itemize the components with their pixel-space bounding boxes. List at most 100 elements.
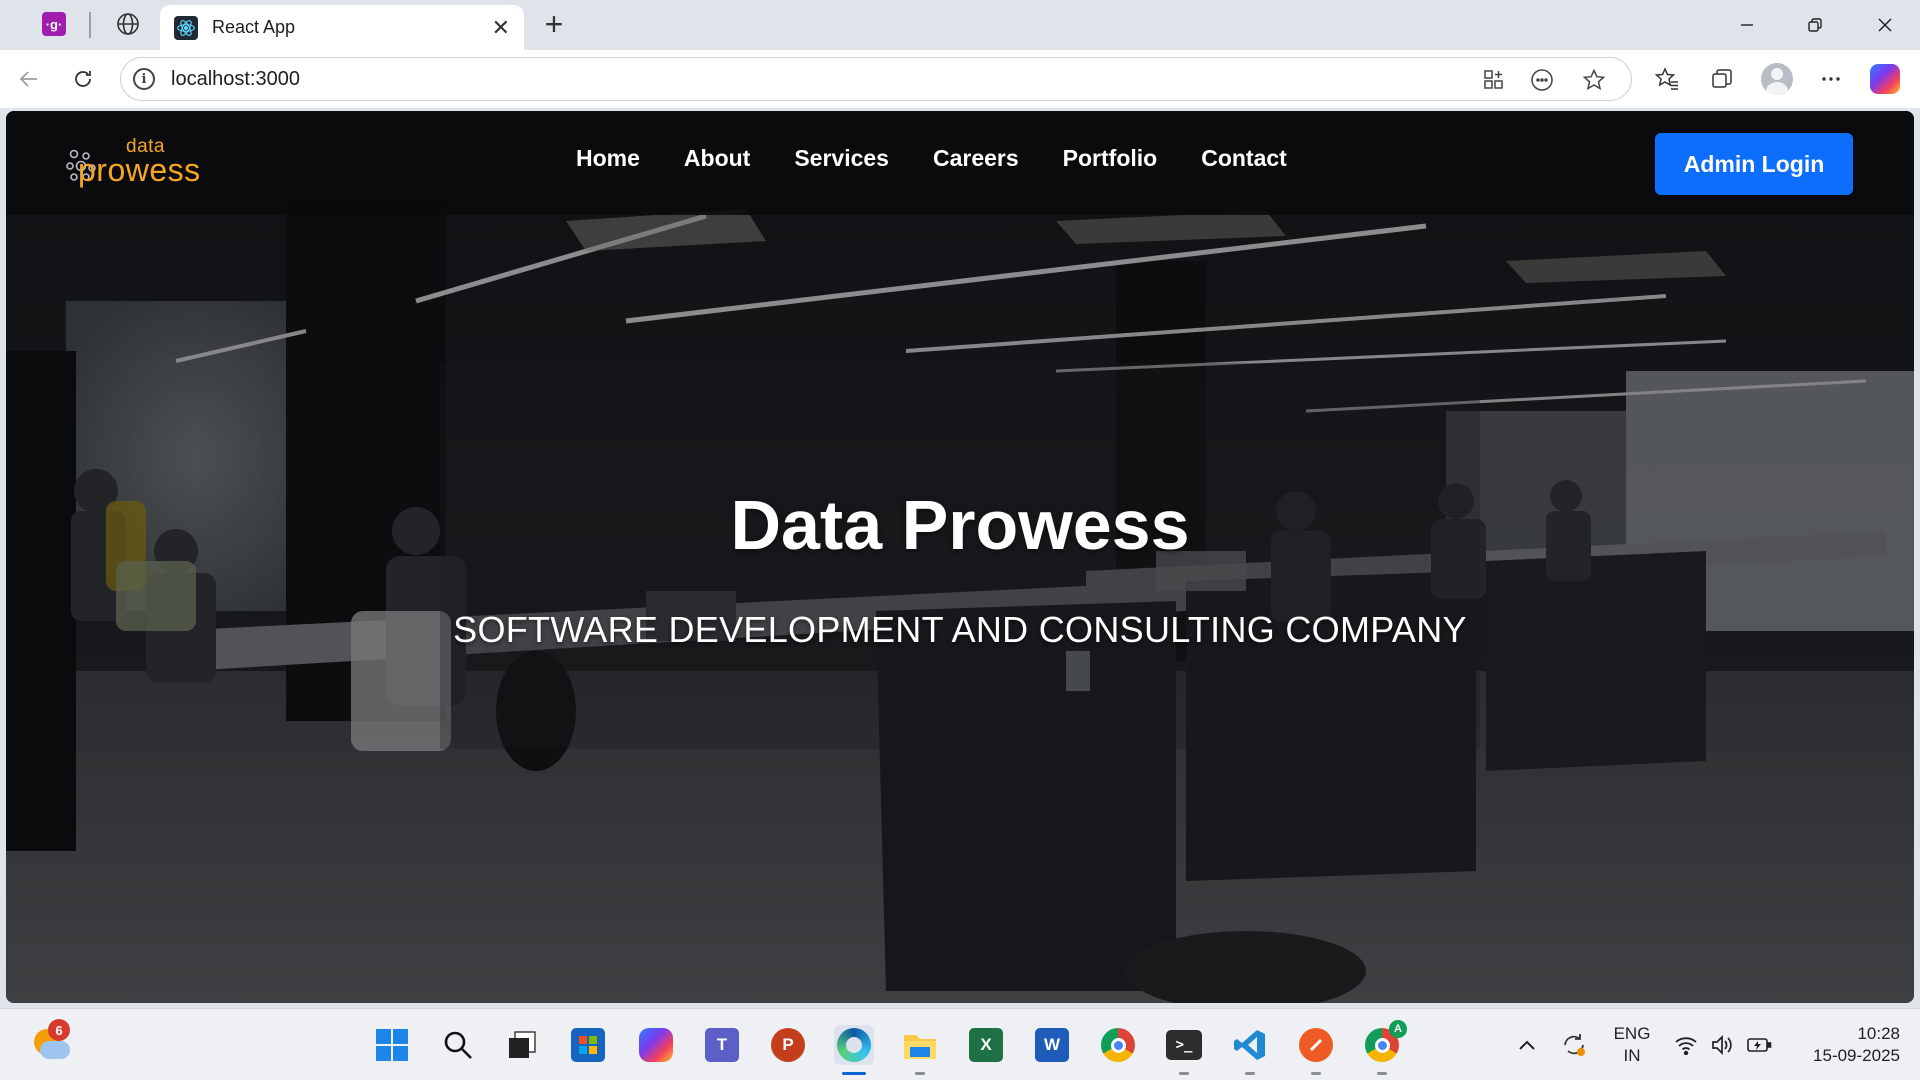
hero-title: Data Prowess [730, 486, 1190, 564]
running-indicator [915, 1072, 925, 1075]
clock-time: 10:28 [1857, 1024, 1900, 1043]
admin-login-button[interactable]: Admin Login [1655, 133, 1853, 195]
favorites-icon[interactable] [1650, 62, 1684, 96]
weather-notification-badge: 6 [48, 1019, 70, 1041]
chrome-profile-app[interactable]: A [1362, 1020, 1407, 1075]
address-bar[interactable]: i localhost:3000 [120, 57, 1632, 101]
nav-contact[interactable]: Contact [1201, 145, 1287, 172]
cloud-icon [40, 1041, 70, 1059]
wifi-tray[interactable] [1672, 1027, 1700, 1063]
nav-home[interactable]: Home [576, 145, 640, 172]
close-window-icon[interactable] [1862, 8, 1908, 42]
refresh-icon[interactable] [66, 62, 100, 96]
excel-app[interactable]: X [966, 1025, 1006, 1065]
chrome-profile-badge: A [1389, 1020, 1407, 1038]
react-icon [174, 15, 198, 40]
terminal-app[interactable]: >_ [1164, 1025, 1204, 1075]
copilot-taskbar-icon [639, 1028, 673, 1062]
site-navbar: data prowess Home About Services Careers… [6, 111, 1914, 215]
postman-icon [1299, 1028, 1333, 1062]
language-code: ENG [1613, 1024, 1651, 1043]
nav-portfolio[interactable]: Portfolio [1063, 145, 1158, 172]
back-icon[interactable] [12, 62, 46, 96]
url-text[interactable]: localhost:3000 [171, 68, 300, 91]
vscode-app[interactable] [1230, 1025, 1270, 1075]
app-available-icon[interactable] [1479, 66, 1509, 94]
brand-logo[interactable]: data prowess [64, 136, 234, 188]
logo-text-prowess: prowess [78, 152, 201, 188]
windows-taskbar: 6 T P X W >_ A ENG IN 10:28 15-09-2025 [0, 1008, 1920, 1080]
avatar [1761, 63, 1793, 95]
teams-icon: T [705, 1028, 739, 1062]
region-code: IN [1623, 1046, 1641, 1065]
terminal-icon: >_ [1166, 1030, 1202, 1060]
powerpoint-app[interactable]: P [768, 1025, 808, 1065]
main-nav: Home About Services Careers Portfolio Co… [576, 145, 1287, 172]
nav-about[interactable]: About [684, 145, 750, 172]
running-indicator [1179, 1072, 1189, 1075]
tab-title: React App [212, 17, 296, 37]
clock[interactable]: 10:28 15-09-2025 [1790, 1023, 1900, 1067]
browser-toolbar: i localhost:3000 [0, 50, 1920, 108]
teams-app[interactable]: T [702, 1025, 742, 1065]
chrome-app[interactable] [1098, 1025, 1138, 1065]
wifi-icon [1675, 1037, 1697, 1055]
more-options-icon[interactable] [1814, 62, 1848, 96]
favorite-star-icon[interactable] [1579, 66, 1609, 94]
task-view-icon [509, 1031, 536, 1058]
word-app[interactable]: W [1032, 1025, 1072, 1065]
volume-tray[interactable] [1708, 1027, 1736, 1063]
microsoft-store-icon [571, 1028, 605, 1062]
volume-icon [1712, 1034, 1732, 1056]
powerpoint-icon: P [771, 1028, 805, 1062]
battery-tray[interactable] [1744, 1027, 1774, 1063]
store-app[interactable] [568, 1025, 608, 1065]
running-indicator [1377, 1072, 1387, 1075]
profile-avatar[interactable] [1760, 62, 1794, 96]
tab-separator [89, 12, 91, 38]
file-explorer-app[interactable] [900, 1025, 940, 1075]
tab-react-app[interactable]: React App ✕ [160, 5, 524, 50]
hero-subtitle: SOFTWARE DEVELOPMENT AND CONSULTING COMP… [453, 609, 1467, 650]
language-indicator[interactable]: ENG IN [1612, 1023, 1652, 1067]
sync-tray[interactable] [1556, 1027, 1592, 1063]
excel-icon: X [969, 1028, 1003, 1062]
read-aloud-icon[interactable] [1527, 66, 1557, 94]
vscode-icon [1234, 1030, 1265, 1060]
g-extension-icon: ·g· [42, 12, 66, 36]
new-tab-icon[interactable]: + [536, 6, 572, 42]
copilot-icon[interactable] [1868, 62, 1902, 96]
windows-start-icon [376, 1029, 408, 1061]
start-button[interactable] [372, 1025, 412, 1065]
task-view-button[interactable] [502, 1025, 542, 1065]
globe-icon [117, 13, 139, 35]
tab-extension[interactable]: ·g· [36, 8, 72, 40]
site-info-icon[interactable]: i [133, 68, 155, 90]
chrome-icon [1101, 1028, 1135, 1062]
copilot-app[interactable] [636, 1025, 676, 1065]
sync-icon [1564, 1034, 1585, 1056]
postman-app[interactable] [1296, 1025, 1336, 1075]
nav-careers[interactable]: Careers [933, 145, 1019, 172]
clock-date: 15-09-2025 [1813, 1046, 1900, 1065]
collections-icon[interactable] [1705, 62, 1739, 96]
minimize-icon[interactable] [1724, 8, 1770, 42]
word-icon: W [1035, 1028, 1069, 1062]
running-indicator [1245, 1072, 1255, 1075]
close-tab-icon[interactable]: ✕ [492, 15, 510, 41]
restore-icon[interactable] [1792, 8, 1838, 42]
search-icon [444, 1031, 472, 1059]
search-button[interactable] [438, 1025, 478, 1065]
chrome-profile-icon: A [1365, 1020, 1407, 1062]
folder-icon [904, 1035, 936, 1059]
chevron-up-icon [1519, 1040, 1535, 1050]
edge-icon [837, 1028, 871, 1062]
nav-services[interactable]: Services [794, 145, 889, 172]
tab-globe[interactable] [110, 8, 146, 40]
battery-icon [1747, 1038, 1772, 1052]
show-hidden-icons[interactable] [1512, 1027, 1542, 1063]
edge-app[interactable] [834, 1025, 874, 1075]
web-page: data prowess Home About Services Careers… [6, 111, 1914, 1003]
active-indicator [842, 1072, 866, 1075]
running-indicator [1311, 1072, 1321, 1075]
